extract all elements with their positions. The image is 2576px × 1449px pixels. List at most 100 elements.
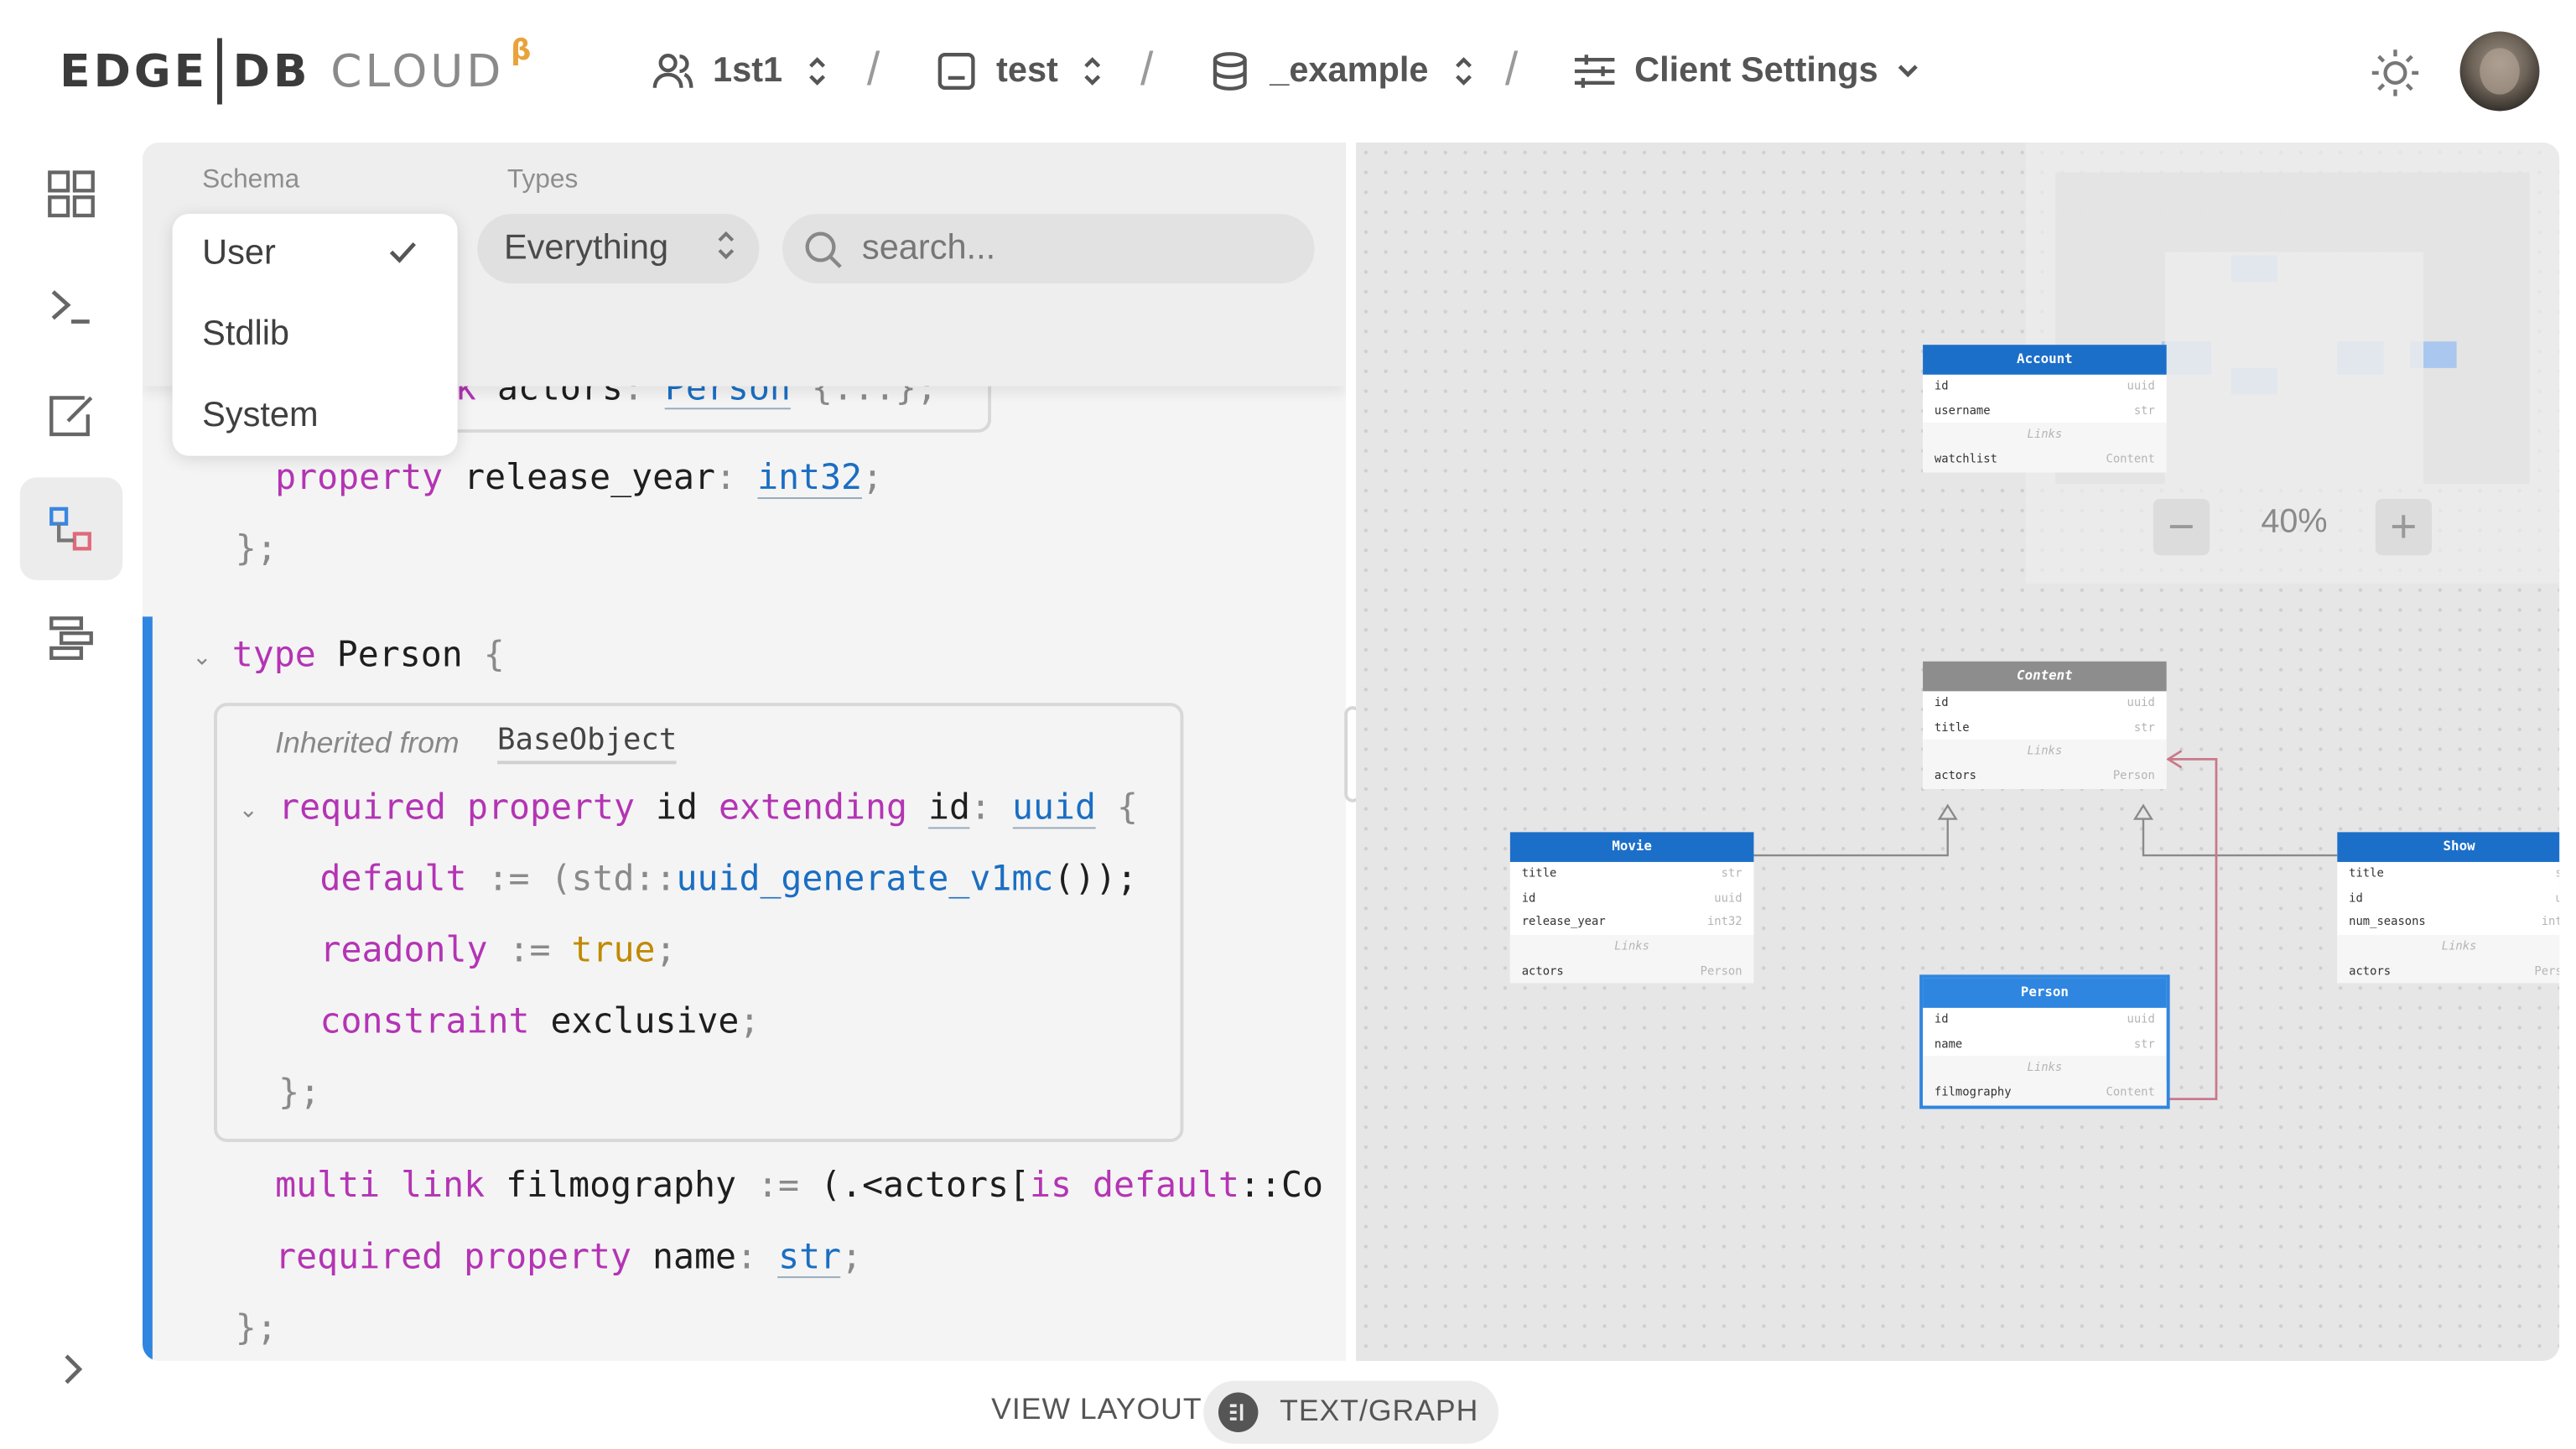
node-links-label: Links: [2337, 933, 2560, 959]
graph-node-content[interactable]: Content id uuid title str Links actors Pers…: [1923, 661, 2167, 788]
node-links-label: Links: [1923, 1056, 2167, 1081]
search-icon: [802, 229, 845, 280]
types-filter-label: Types: [506, 165, 579, 195]
node-link: filmography Content: [1923, 1080, 2167, 1105]
node-title: Content: [1923, 661, 2167, 692]
logo-divider: [217, 38, 223, 105]
types-select[interactable]: Everything: [477, 214, 760, 284]
expand-sidebar-button[interactable]: [49, 1346, 96, 1392]
org-switcher[interactable]: 1st1: [650, 39, 829, 102]
graph-node-account[interactable]: Account id uuid username str Links watchli…: [1923, 345, 2167, 472]
layout-icon: [1218, 1392, 1259, 1432]
schema-filter-dropdown: User Stdlib System: [172, 214, 458, 456]
breadcrumb-separator: /: [866, 43, 880, 95]
inheritance-arrow-icon: [1937, 803, 1958, 820]
beta-badge: β: [511, 34, 535, 69]
code-line: };: [235, 1307, 278, 1348]
inheritance-link: [2142, 810, 2338, 857]
logo-text-cloud: CLOUD: [330, 45, 505, 97]
node-links-label: Links: [1923, 739, 2167, 765]
node-title: Person: [1923, 978, 2167, 1008]
node-field: title str: [1934, 719, 2155, 734]
chevron-updown-icon: [716, 227, 736, 265]
node-link: watchlist Content: [1923, 447, 2167, 472]
sliders-icon: [1571, 48, 1618, 94]
node-field: id uuid: [1934, 1012, 2155, 1026]
nav-data-explorer[interactable]: [20, 587, 123, 690]
node-field: id uuid: [1934, 696, 2155, 710]
filmography-link: [2168, 757, 2218, 1101]
code-line: };: [278, 1072, 321, 1113]
node-link: actors Person: [1509, 958, 1754, 984]
nav-schema[interactable]: [19, 477, 123, 580]
sun-icon: [2371, 49, 2419, 96]
node-title: Movie: [1509, 832, 1754, 862]
schema-option-stdlib[interactable]: Stdlib: [202, 310, 289, 360]
search-input[interactable]: [861, 214, 1293, 284]
node-links-label: Links: [1509, 933, 1754, 959]
user-avatar[interactable]: [2459, 31, 2540, 112]
node-field: name str: [1934, 1036, 2155, 1051]
view-layout-value: TEXT/GRAPH: [1280, 1394, 1479, 1428]
database-name: _example: [1270, 51, 1429, 90]
nav-repl[interactable]: [20, 255, 123, 358]
schema-icon: [49, 506, 91, 551]
node-field: title str: [1521, 866, 1742, 880]
code-line: multi link filmography := (.<actors[is d…: [275, 1165, 1324, 1206]
inherited-type-link[interactable]: BaseObject: [497, 723, 678, 765]
schema-option-user[interactable]: User: [202, 229, 276, 278]
database-icon: [1207, 48, 1253, 94]
code-line: required property id extending id: uuid …: [278, 787, 1139, 829]
graph-node-movie[interactable]: Movie title str id uuid release_year int32 …: [1509, 832, 1754, 984]
nav-dashboard[interactable]: [20, 143, 123, 246]
node-field: titlest: [2349, 866, 2559, 880]
chevron-updown-icon: [806, 55, 829, 88]
logo-text: EDGE: [60, 45, 209, 97]
code-line: constraint exclusive;: [319, 1000, 761, 1041]
inheritance-arrow-icon: [2132, 803, 2154, 820]
schema-filter-label: Schema: [202, 165, 300, 195]
schema-search[interactable]: [782, 214, 1315, 284]
chevron-updown-icon: [1082, 55, 1105, 88]
database-switcher[interactable]: _example: [1207, 39, 1475, 102]
code-line: readonly := true;: [319, 929, 677, 970]
view-layout-toggle[interactable]: TEXT/GRAPH: [1203, 1380, 1499, 1444]
instance-icon: [933, 48, 979, 94]
top-bar: EDGE DB CLOUD β 1st1 / test / _example /…: [0, 0, 2576, 143]
instance-switcher[interactable]: test: [933, 39, 1104, 102]
inherited-from-label: Inherited from: [275, 725, 460, 760]
node-field: num_seasonsint(: [2349, 915, 2559, 929]
edit-icon: [49, 396, 93, 437]
code-line: type Person {: [231, 635, 505, 675]
breadcrumb-separator: /: [1504, 43, 1519, 95]
client-settings-menu[interactable]: Client Settings: [1571, 39, 1921, 102]
graph-node-show[interactable]: Show titlest iduu num_seasonsint( Links …: [2337, 832, 2560, 984]
collapse-chevron-icon[interactable]: ⌄: [239, 797, 258, 824]
edgedb-cloud-logo[interactable]: EDGE DB CLOUD β: [60, 34, 535, 106]
nav-editor[interactable]: [20, 365, 123, 468]
chevron-updown-icon: [1452, 55, 1475, 88]
instance-name: test: [996, 51, 1058, 90]
graph-node-person[interactable]: Person id uuid name str Links filmography C…: [1919, 974, 2170, 1109]
node-links-label: Links: [1923, 423, 2167, 448]
node-link: actorsPerso: [2337, 958, 2560, 984]
breadcrumb-separator: /: [1140, 43, 1154, 95]
chevron-right-icon: [65, 1354, 83, 1384]
schema-graph-panel[interactable]: − 40% + Account id uuid username str Links…: [1356, 143, 2560, 1361]
code-line: required property name: str;: [275, 1236, 863, 1279]
inherited-block: [214, 703, 1184, 1143]
node-field: id uuid: [1934, 379, 2155, 393]
types-select-value: Everything: [503, 228, 669, 267]
check-icon: [388, 241, 418, 273]
node-field: iduu: [2349, 891, 2559, 905]
chevron-down-icon: [1895, 51, 1922, 91]
node-title: Account: [1923, 345, 2167, 375]
node-field: username str: [1934, 403, 2155, 418]
collapse-chevron-icon[interactable]: ⌄: [192, 645, 211, 672]
focused-type-indicator: [143, 616, 153, 1361]
schema-option-system[interactable]: System: [202, 392, 318, 441]
code-line: };: [235, 528, 278, 569]
code-line: property release_year: int32;: [275, 457, 884, 500]
node-field: id uuid: [1521, 891, 1742, 905]
theme-toggle-button[interactable]: [2367, 44, 2423, 101]
